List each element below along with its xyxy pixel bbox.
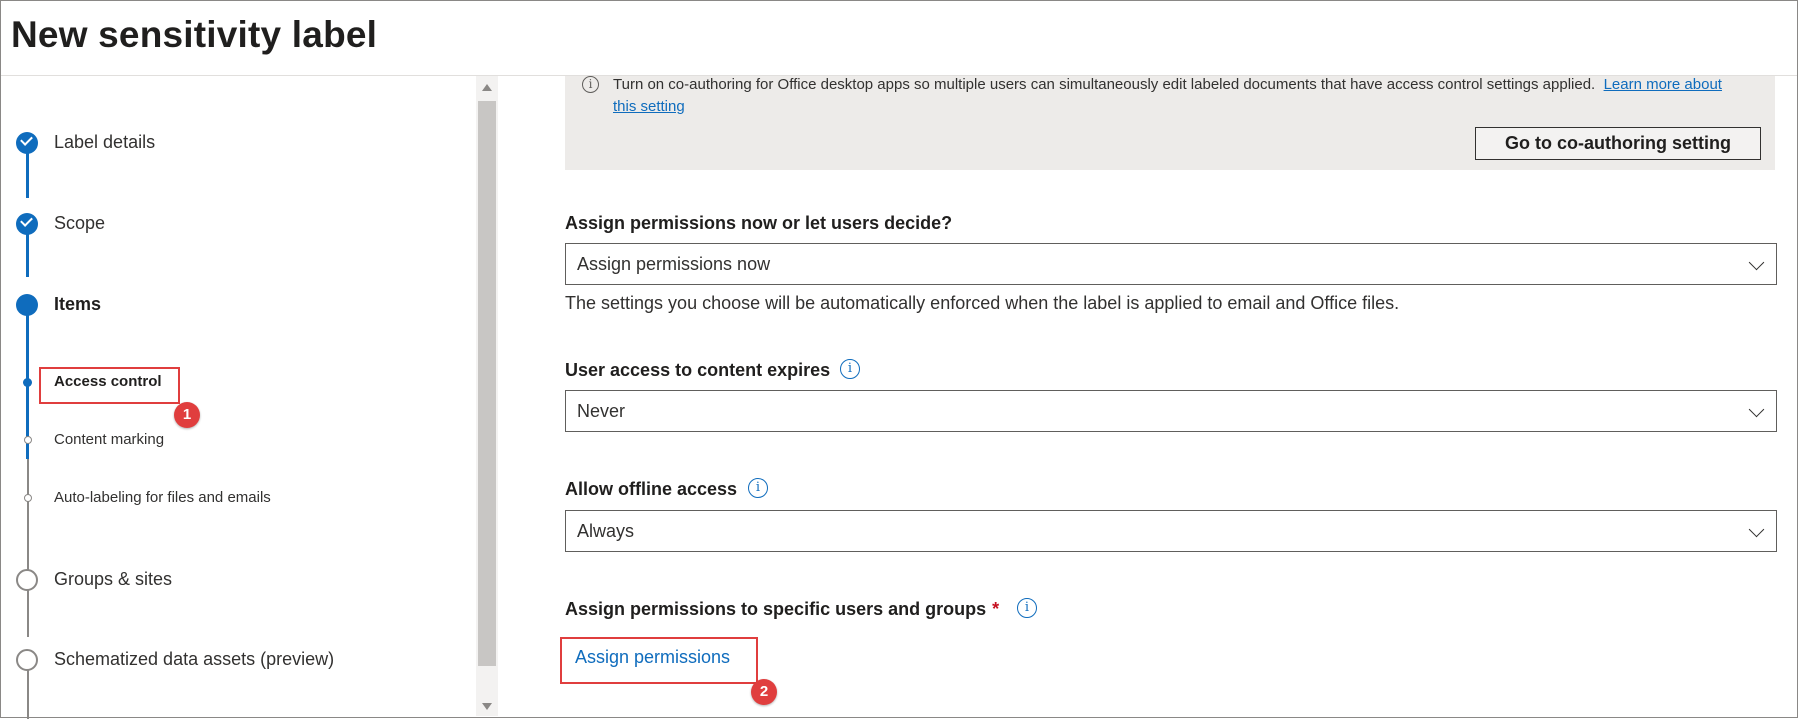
stepper-connector <box>26 230 29 277</box>
assign-mode-dropdown[interactable]: Assign permissions now <box>565 243 1777 285</box>
expires-dropdown[interactable]: Never <box>565 390 1777 432</box>
step-current-icon <box>16 294 38 316</box>
assign-users-label-text: Assign permissions to specific users and… <box>565 599 987 619</box>
assign-mode-helper-text: The settings you choose will be automati… <box>565 293 1400 313</box>
callout-highlight-box <box>560 637 758 684</box>
step-pending-icon <box>16 569 38 591</box>
chevron-down-icon <box>1748 401 1765 418</box>
nav-step-groups-sites[interactable]: Groups & sites <box>54 569 172 590</box>
stepper-connector <box>26 150 29 198</box>
info-icon[interactable]: i <box>748 478 768 498</box>
nav-substep-content-marking[interactable]: Content marking <box>54 431 164 448</box>
callout-badge-2: 2 <box>751 679 777 705</box>
offline-access-label: Allow offline access <box>565 479 738 499</box>
info-icon[interactable]: i <box>1017 598 1037 618</box>
nav-step-schematized-data-assets[interactable]: Schematized data assets (preview) <box>54 649 334 670</box>
assign-mode-label: Assign permissions now or let users deci… <box>565 213 953 233</box>
chevron-down-icon <box>1748 254 1765 271</box>
nav-step-scope[interactable]: Scope <box>54 213 105 234</box>
info-message: Turn on co-authoring for Office desktop … <box>613 76 1596 93</box>
info-icon[interactable]: i <box>840 359 860 379</box>
expires-label: User access to content expires <box>565 360 831 380</box>
wizard-stepper: Label details Scope Items Access control… <box>0 76 474 719</box>
stepper-connector <box>27 669 29 719</box>
nav-scrollbar[interactable] <box>476 76 498 716</box>
coauthoring-info-text: Turn on co-authoring for Office desktop … <box>613 74 1733 118</box>
expires-value: Never <box>577 401 626 421</box>
callout-highlight-box <box>39 367 180 404</box>
info-icon: i <box>582 76 599 93</box>
nav-step-items[interactable]: Items <box>54 294 101 315</box>
substep-current-dot-icon <box>23 378 32 387</box>
nav-substep-auto-labeling[interactable]: Auto-labeling for files and emails <box>54 489 271 506</box>
step-pending-icon <box>16 649 38 671</box>
substep-pending-dot-icon <box>24 494 32 502</box>
offline-access-dropdown[interactable]: Always <box>565 510 1777 552</box>
step-complete-check-icon <box>16 213 38 235</box>
substep-pending-dot-icon <box>24 436 32 444</box>
offline-access-value: Always <box>577 521 635 541</box>
go-to-coauthoring-button[interactable]: Go to co-authoring setting <box>1475 127 1761 160</box>
scroll-down-arrow-icon[interactable] <box>482 703 492 710</box>
stepper-connector <box>27 459 29 637</box>
scroll-up-arrow-icon[interactable] <box>482 84 492 91</box>
step-complete-check-icon <box>16 132 38 154</box>
assign-mode-value: Assign permissions now <box>577 254 771 274</box>
page-title: New sensitivity label <box>11 14 378 55</box>
required-marker: * <box>992 599 1000 619</box>
coauthoring-info-panel: i Turn on co-authoring for Office deskto… <box>565 76 1775 170</box>
scroll-thumb[interactable] <box>478 101 496 666</box>
nav-step-label-details[interactable]: Label details <box>54 132 155 153</box>
assign-users-label: Assign permissions to specific users and… <box>565 599 999 620</box>
callout-badge-1: 1 <box>174 402 200 428</box>
chevron-down-icon <box>1748 521 1765 538</box>
